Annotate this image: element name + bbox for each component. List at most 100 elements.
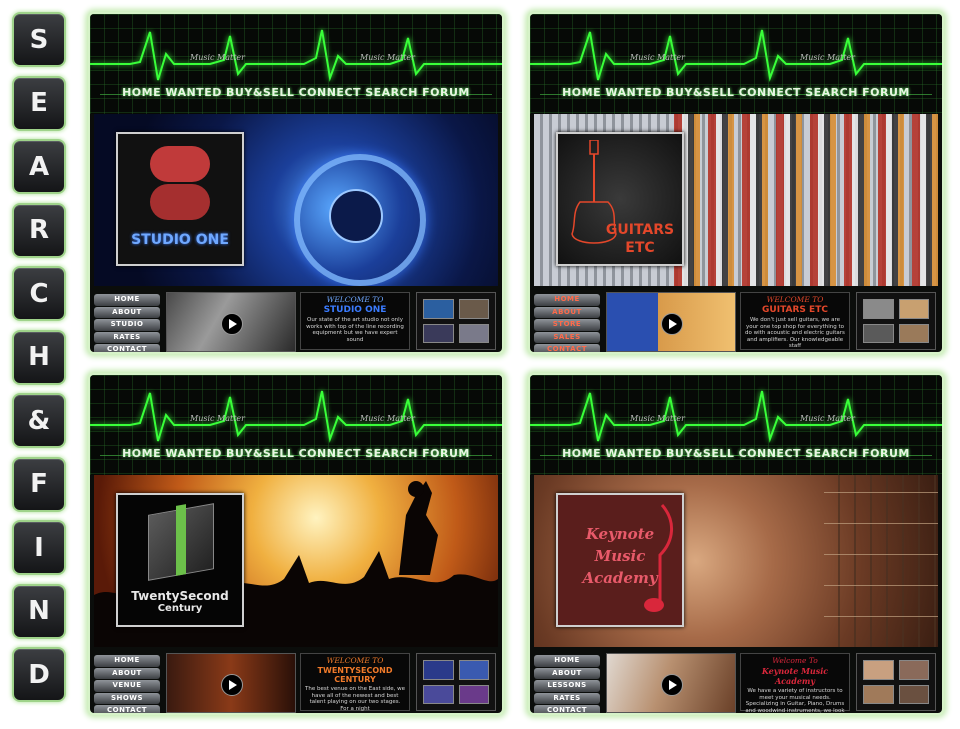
side-nav-home[interactable]: HOME — [94, 655, 160, 667]
key-f: F — [12, 456, 66, 512]
site-logo-repeat: Music Matter — [359, 414, 416, 423]
gallery-thumb[interactable] — [458, 323, 489, 343]
nav-buy-sell[interactable]: BUY&SELL — [226, 447, 294, 460]
side-nav-studio[interactable]: STUDIO — [94, 319, 160, 331]
nav-wanted[interactable]: WANTED — [165, 86, 222, 99]
nav-connect[interactable]: CONNECT — [299, 447, 361, 460]
nav-connect[interactable]: CONNECT — [299, 86, 361, 99]
gallery-thumb[interactable] — [863, 684, 894, 704]
side-nav-about[interactable]: ABOUT — [534, 667, 600, 679]
welcome-box: WELCOME TO GUITARS ETC We don't just sel… — [740, 292, 850, 350]
search-find-key-strip: S E A R C H & F I N D — [12, 12, 70, 711]
gallery-thumb[interactable] — [423, 660, 454, 680]
welcome-name: GUITARS ETC — [762, 305, 828, 315]
gallery-thumb[interactable] — [458, 299, 489, 319]
play-icon[interactable] — [661, 313, 683, 335]
video-thumbnail[interactable] — [166, 653, 296, 713]
side-nav-about[interactable]: ABOUT — [94, 306, 160, 318]
nav-connect[interactable]: CONNECT — [739, 86, 801, 99]
nav-wanted[interactable]: WANTED — [605, 86, 662, 99]
panel-twentysecond-century: Music Matter Music Matter HOME WANTED BU… — [88, 373, 504, 715]
welcome-box: Welcome To Keynote Music Academy We have… — [740, 653, 850, 713]
side-nav-contact[interactable]: CONTACT — [94, 705, 160, 713]
welcome-title: WELCOME TO — [326, 295, 384, 304]
logo-green-bar — [176, 504, 186, 576]
gallery-thumb[interactable] — [898, 660, 929, 680]
nav-home[interactable]: HOME — [122, 447, 161, 460]
nav-forum[interactable]: FORUM — [862, 447, 910, 460]
gallery-thumb[interactable] — [423, 299, 454, 319]
play-icon[interactable] — [221, 313, 243, 335]
side-nav-rates[interactable]: RATES — [534, 692, 600, 704]
site-logo: Music Matter — [189, 53, 246, 62]
play-icon[interactable] — [661, 674, 683, 696]
side-nav-contact[interactable]: CONTACT — [534, 344, 600, 352]
nav-search[interactable]: SEARCH — [805, 447, 858, 460]
hero-image-textured-guitar: Keynote Music Academy — [534, 475, 938, 647]
video-thumbnail[interactable] — [166, 292, 296, 352]
gallery-thumb[interactable] — [458, 660, 489, 680]
music-note-icon — [644, 504, 673, 612]
heartbeat-pulse-icon: Music Matter Music Matter — [90, 29, 502, 82]
welcome-title: WELCOME TO — [326, 656, 384, 665]
gallery-thumb[interactable] — [898, 323, 929, 343]
video-thumbnail[interactable] — [606, 653, 736, 713]
key-i: I — [12, 520, 66, 575]
nav-search[interactable]: SEARCH — [365, 86, 418, 99]
gallery-thumb[interactable] — [458, 684, 489, 704]
gallery-thumbnails — [856, 292, 936, 350]
side-nav-rates[interactable]: RATES — [94, 331, 160, 343]
welcome-text: The best venue on the East side, we have… — [305, 686, 406, 712]
key-r: R — [12, 202, 66, 258]
side-nav-venue[interactable]: VENUE — [94, 680, 160, 692]
side-nav: HOME ABOUT LESSONS RATES CONTACT — [534, 655, 600, 713]
gallery-thumb[interactable] — [898, 684, 929, 704]
side-nav-home[interactable]: HOME — [94, 294, 160, 306]
nav-forum[interactable]: FORUM — [422, 86, 470, 99]
nav-home[interactable]: HOME — [562, 447, 601, 460]
nav-buy-sell[interactable]: BUY&SELL — [666, 447, 734, 460]
play-icon[interactable] — [221, 674, 243, 696]
nav-forum[interactable]: FORUM — [422, 447, 470, 460]
side-nav-about[interactable]: ABOUT — [534, 306, 600, 318]
site-logo-repeat: Music Matter — [359, 53, 416, 62]
gallery-thumb[interactable] — [863, 660, 894, 680]
gallery-thumb[interactable] — [423, 323, 454, 343]
nav-search[interactable]: SEARCH — [805, 86, 858, 99]
gallery-thumb[interactable] — [863, 299, 894, 319]
welcome-name: Keynote Music Academy — [761, 666, 829, 686]
video-thumbnail[interactable] — [606, 292, 736, 352]
welcome-box: WELCOME TO TWENTYSECOND CENTURY The best… — [300, 653, 410, 712]
side-nav-home[interactable]: HOME — [534, 655, 600, 667]
gallery-thumbnails — [856, 653, 936, 711]
side-nav-contact[interactable]: CONTACT — [534, 705, 600, 713]
bottom-strip: HOME ABOUT STORE SALES CONTACT WELCOME T… — [534, 290, 938, 352]
side-nav-lessons[interactable]: LESSONS — [534, 680, 600, 692]
nav-wanted[interactable]: WANTED — [605, 447, 662, 460]
gallery-thumb[interactable] — [863, 323, 894, 343]
guitars-etc-logo: GUITARS ETC — [556, 132, 684, 266]
key-n: N — [12, 583, 66, 639]
gallery-thumb[interactable] — [423, 684, 454, 704]
side-nav-shows[interactable]: SHOWS — [94, 692, 160, 704]
site-header: Music Matter Music Matter HOME WANTED BU… — [90, 375, 502, 475]
nav-connect[interactable]: CONNECT — [739, 447, 801, 460]
gallery-thumb[interactable] — [898, 299, 929, 319]
heartbeat-pulse-icon: Music Matter Music Matter — [90, 390, 502, 443]
nav-wanted[interactable]: WANTED — [165, 447, 222, 460]
side-nav-contact[interactable]: CONTACT — [94, 344, 160, 352]
nav-forum[interactable]: FORUM — [862, 86, 910, 99]
twentysecond-century-logo: TwentySecond Century — [116, 493, 244, 627]
nav-search[interactable]: SEARCH — [365, 447, 418, 460]
nav-buy-sell[interactable]: BUY&SELL — [226, 86, 294, 99]
nav-home[interactable]: HOME — [122, 86, 161, 99]
hero-image-dj-mixer: STUDIO ONE — [94, 114, 498, 286]
side-nav-home[interactable]: HOME — [534, 294, 600, 306]
side-nav-store[interactable]: STORE — [534, 319, 600, 331]
top-nav: HOME WANTED BUY&SELL CONNECT SEARCH FORU… — [90, 86, 502, 99]
nav-home[interactable]: HOME — [562, 86, 601, 99]
side-nav-about[interactable]: ABOUT — [94, 667, 160, 679]
side-nav-sales[interactable]: SALES — [534, 331, 600, 343]
bottom-strip: HOME ABOUT VENUE SHOWS CONTACT WELCOME T… — [94, 651, 498, 713]
nav-buy-sell[interactable]: BUY&SELL — [666, 86, 734, 99]
